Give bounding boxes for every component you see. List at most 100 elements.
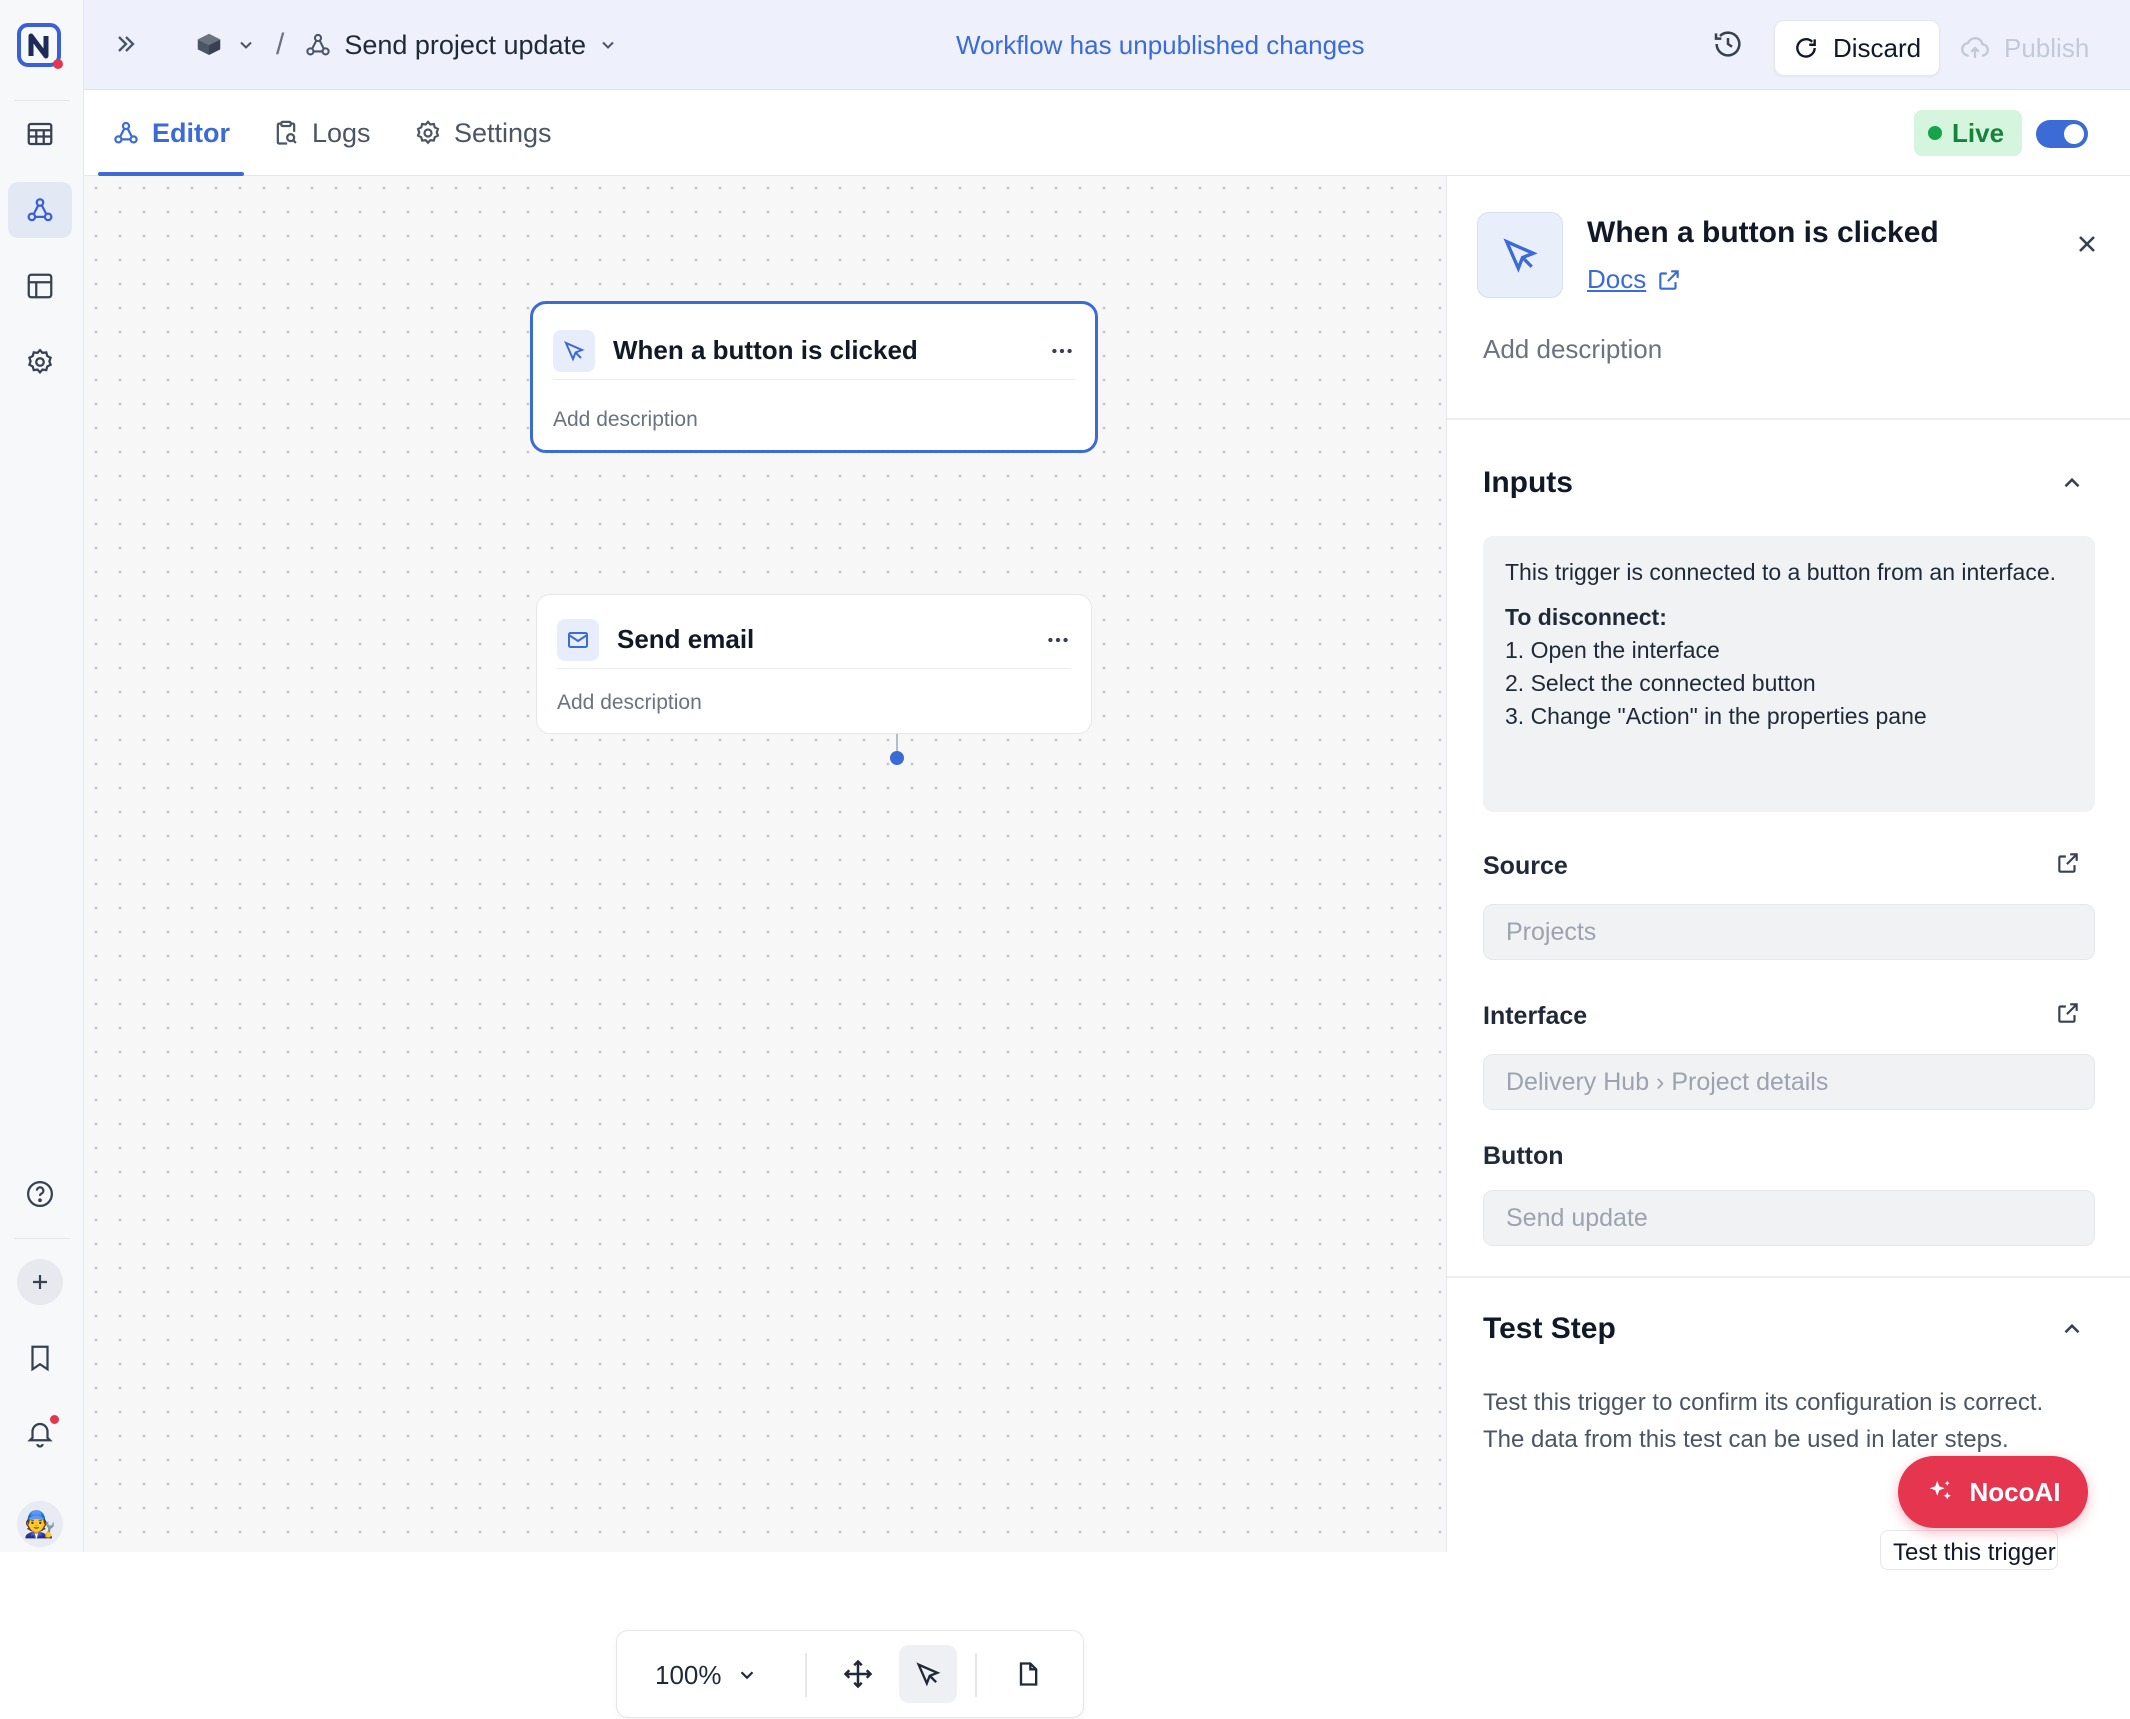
source-field[interactable]: Projects <box>1483 904 2095 960</box>
add-description[interactable]: Add description <box>1483 334 1662 365</box>
trigger-node[interactable]: When a button is clicked Add description <box>530 301 1098 453</box>
history-icon[interactable] <box>1712 28 1744 60</box>
bookmark-icon <box>25 1343 55 1373</box>
publish-button[interactable]: Publish <box>1954 20 2130 76</box>
button-label: Button <box>1483 1142 1564 1170</box>
base-switcher[interactable] <box>194 30 256 60</box>
select-tool-button[interactable] <box>899 1645 957 1703</box>
live-status-badge: Live <box>1914 110 2022 156</box>
tab-editor[interactable]: Editor <box>98 90 244 176</box>
node-header: When a button is clicked <box>553 322 1075 380</box>
tab-label: Editor <box>152 117 230 148</box>
live-toggle[interactable] <box>2036 120 2088 148</box>
tab-logs[interactable]: Logs <box>272 90 371 176</box>
gear-icon <box>414 119 442 147</box>
tab-label: Settings <box>454 117 552 148</box>
button-field[interactable]: Send update <box>1483 1190 2095 1246</box>
button-value: Send update <box>1506 1203 1648 1232</box>
note-tool-button[interactable] <box>999 1645 1057 1703</box>
workflow-switcher[interactable]: Send project update <box>304 30 618 61</box>
gear-icon <box>25 347 55 377</box>
left-rail: 🧑‍🔧 <box>0 0 84 1552</box>
rail-add-button[interactable] <box>8 1254 72 1310</box>
interface-label: Interface <box>1483 1002 1588 1030</box>
rail-bookmarks-button[interactable] <box>8 1330 72 1386</box>
workflow-name: Send project update <box>344 29 587 60</box>
inputs-section-header: Inputs <box>1483 466 1573 499</box>
live-label: Live <box>1952 117 2005 148</box>
rail-help-button[interactable] <box>8 1166 72 1222</box>
user-avatar[interactable]: 🧑‍🔧 <box>8 1496 72 1552</box>
workflow-icon <box>112 119 140 147</box>
docs-link[interactable]: Docs <box>1587 264 1682 295</box>
node-description[interactable]: Add description <box>553 408 698 432</box>
node-config-panel: When a button is clicked Docs Add descri… <box>1446 176 2130 1552</box>
expand-sidebar-icon[interactable] <box>112 30 140 58</box>
node-title: Send email <box>617 624 755 654</box>
test-step-description: Test this trigger to confirm its configu… <box>1483 1389 2044 1453</box>
external-link-icon[interactable] <box>2055 850 2081 876</box>
unpublished-changes-notice: Workflow has unpublished changes <box>956 30 1365 60</box>
connector-handle[interactable] <box>890 751 904 765</box>
interface-value: Delivery Hub › Project details <box>1506 1067 1829 1096</box>
tab-bar: Editor Logs Settings Live <box>84 90 2130 176</box>
cloud-upload-icon <box>1960 33 1990 63</box>
top-bar: / Send project update Workflow has unpub… <box>84 0 2130 90</box>
discard-label: Discard <box>1833 32 1922 63</box>
pan-tool-button[interactable] <box>829 1645 887 1703</box>
cursor-icon <box>1477 212 1563 298</box>
collapse-inputs-icon[interactable] <box>2059 470 2085 496</box>
zoom-level: 100% <box>655 1659 722 1690</box>
action-node[interactable]: Send email Add description <box>536 594 1092 734</box>
external-link-icon[interactable] <box>2055 1000 2081 1026</box>
info-step: 1. Open the interface <box>1505 637 1720 663</box>
toggle-knob <box>2064 124 2084 144</box>
plus-icon <box>17 1259 63 1305</box>
docs-label: Docs <box>1587 264 1647 294</box>
toolbar-divider <box>805 1653 807 1697</box>
zoom-select[interactable]: 100% <box>655 1631 758 1719</box>
rail-interfaces-button[interactable] <box>8 258 72 314</box>
workflow-canvas[interactable]: When a button is clicked Add description… <box>84 176 1446 1718</box>
table-icon <box>25 119 55 149</box>
nocodb-logo[interactable] <box>16 22 64 70</box>
base-icon <box>194 30 224 60</box>
cursor-icon <box>553 329 595 372</box>
workflow-icon <box>25 195 55 225</box>
chevron-down-icon <box>598 35 618 55</box>
node-description[interactable]: Add description <box>557 691 702 715</box>
sparkles-icon <box>1926 1477 1956 1507</box>
test-trigger-label: Test this trigger <box>1893 1539 2056 1566</box>
chevron-down-icon <box>236 35 256 55</box>
interface-field[interactable]: Delivery Hub › Project details <box>1483 1054 2095 1110</box>
breadcrumb-separator: / <box>276 28 285 61</box>
rail-workflows-button[interactable] <box>8 182 72 238</box>
publish-label: Publish <box>2004 32 2090 63</box>
rail-settings-button[interactable] <box>8 334 72 390</box>
info-step: 3. Change "Action" in the properties pan… <box>1505 703 1927 729</box>
more-options-icon[interactable] <box>1049 338 1075 364</box>
nocoai-button[interactable]: NocoAI <box>1898 1456 2088 1528</box>
info-disconnect-title: To disconnect: <box>1505 604 1667 630</box>
toolbar-divider <box>975 1653 977 1697</box>
info-step: 2. Select the connected button <box>1505 670 1816 696</box>
collapse-test-step-icon[interactable] <box>2059 1316 2085 1342</box>
source-value: Projects <box>1506 917 1597 946</box>
more-options-icon[interactable] <box>1045 627 1071 653</box>
tab-label: Logs <box>312 117 371 148</box>
trigger-info-box: This trigger is connected to a button fr… <box>1483 536 2095 812</box>
layout-icon <box>25 271 55 301</box>
discard-button[interactable]: Discard <box>1774 20 1940 76</box>
bell-icon <box>25 1415 59 1449</box>
cursor-icon <box>914 1660 942 1688</box>
rail-tables-button[interactable] <box>8 106 72 162</box>
breadcrumb: / Send project update <box>194 22 618 68</box>
close-icon[interactable] <box>2073 230 2101 258</box>
workflow-icon <box>304 31 332 59</box>
rail-notifications-button[interactable] <box>8 1406 72 1462</box>
move-icon <box>843 1659 873 1689</box>
logs-icon <box>272 119 300 147</box>
tab-settings[interactable]: Settings <box>414 90 552 176</box>
test-step-section-header: Test Step <box>1483 1312 1616 1345</box>
test-trigger-button[interactable]: Test this trigger <box>1880 1530 2058 1570</box>
